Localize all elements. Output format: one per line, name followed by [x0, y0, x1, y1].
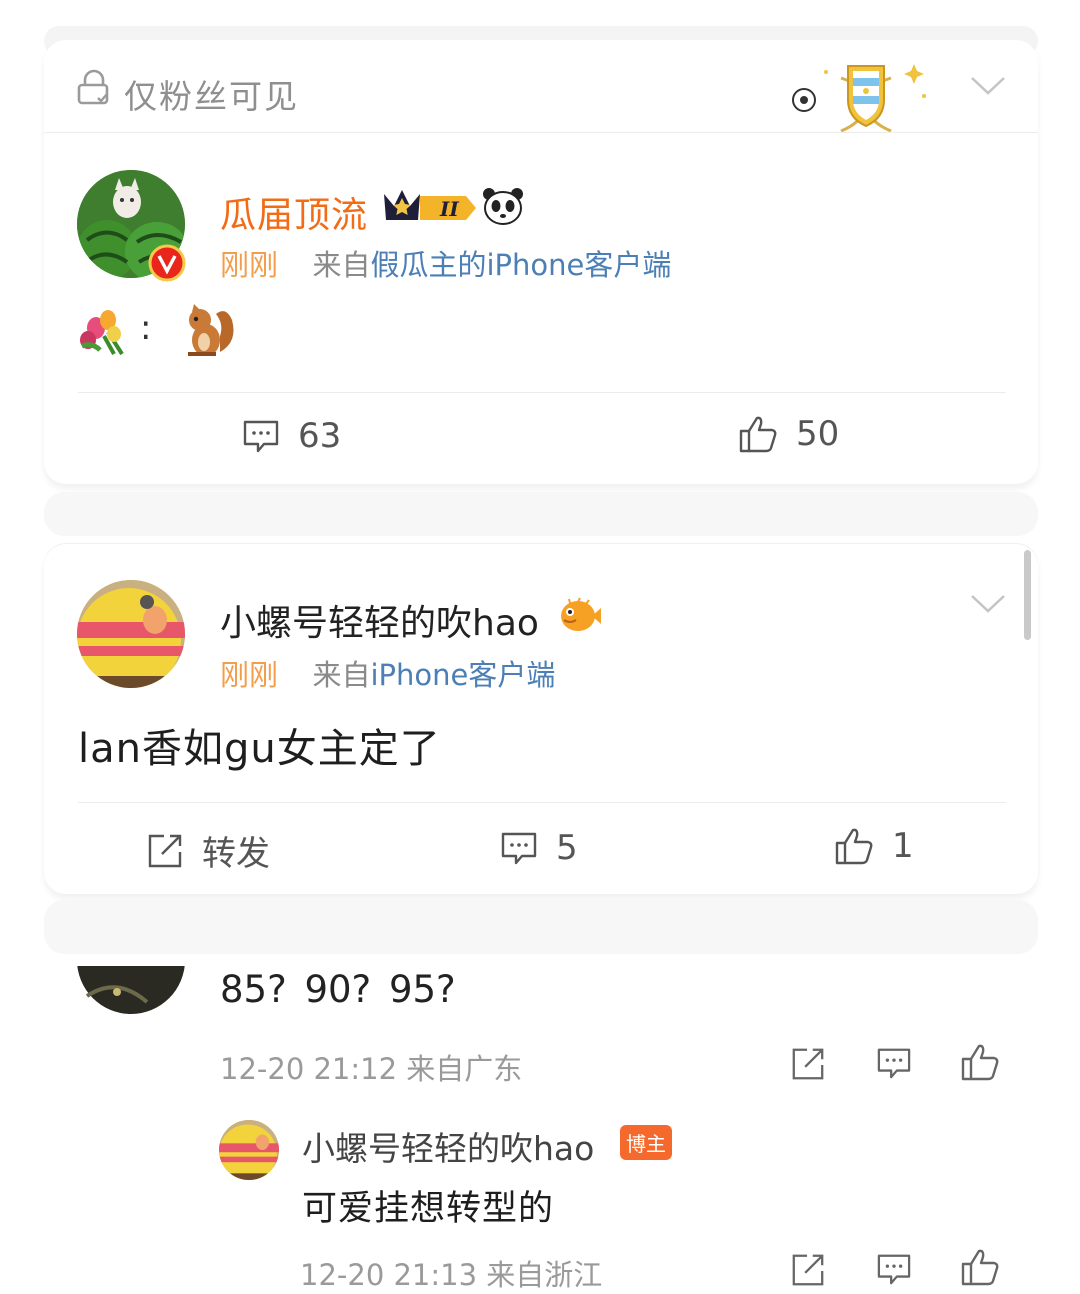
username[interactable]: 小螺号轻轻的吹hao [220, 594, 539, 646]
divider [78, 802, 1006, 803]
like-count: 50 [796, 414, 840, 454]
shield-badge-icon [786, 56, 936, 140]
source-link[interactable]: iPhone客户端 [370, 658, 555, 692]
visibility-label: 仅粉丝可见 [124, 77, 299, 116]
verified-icon [148, 244, 186, 286]
username[interactable]: 瓜届顶流 [220, 186, 368, 238]
avatar[interactable] [77, 580, 185, 688]
reply-meta: 12-20 21:13 来自浙江 [300, 1258, 603, 1292]
like-count: 1 [892, 826, 914, 866]
comment-meta: 12-20 21:12 来自广东 [220, 1052, 523, 1086]
pufferfish-icon [558, 596, 602, 638]
chevron-down-icon[interactable] [968, 74, 1008, 102]
comment-icon [501, 832, 537, 865]
comment-count: 5 [556, 828, 578, 868]
repost-icon [792, 1254, 824, 1286]
avatar[interactable] [219, 1120, 279, 1180]
like-button[interactable] [960, 1247, 1000, 1291]
crown-level-badge: II [380, 184, 480, 230]
avatar[interactable] [77, 966, 185, 1014]
repost-button[interactable] [790, 1252, 826, 1292]
post-time: 刚刚 [220, 248, 279, 282]
thumbs-up-icon [739, 416, 777, 453]
source-link[interactable]: 假瓜主的iPhone客户端 [370, 248, 671, 282]
repost-button[interactable]: 转发 [146, 826, 270, 875]
like-button[interactable]: 1 [834, 826, 914, 866]
comment-text: 85? 90? 95? [220, 968, 456, 1011]
reply-button[interactable] [876, 1046, 912, 1084]
author-badge: 博主 [620, 1125, 672, 1160]
comment-button[interactable]: 5 [500, 828, 578, 868]
card-separator [44, 900, 1038, 954]
comment-icon [877, 1254, 911, 1285]
level-badge-text: II [439, 197, 459, 221]
bouquet-icon [78, 302, 134, 362]
thumbs-up-icon [835, 828, 873, 865]
like-button[interactable]: 50 [738, 414, 839, 454]
panda-icon [482, 186, 524, 230]
comment-icon [243, 420, 279, 453]
from-label: 来自 [312, 658, 371, 692]
like-button[interactable] [960, 1042, 1000, 1086]
card-separator [44, 492, 1038, 536]
repost-button[interactable] [790, 1046, 826, 1086]
post-content: lan香如gu女主定了 [78, 726, 441, 772]
repost-icon [792, 1048, 824, 1080]
from-label: 来自 [312, 248, 371, 282]
lock-icon [74, 68, 114, 112]
comment-button[interactable]: 63 [242, 416, 341, 456]
scrollbar[interactable] [1024, 550, 1031, 640]
repost-icon [148, 834, 182, 867]
content-separator: : [140, 308, 152, 348]
divider [78, 392, 1006, 393]
post-meta: 刚刚 来自iPhone客户端 [220, 652, 555, 694]
comment-icon [877, 1048, 911, 1079]
post-time: 刚刚 [220, 658, 279, 692]
divider [44, 132, 1038, 133]
reply-button[interactable] [876, 1252, 912, 1290]
thumbs-up-icon [961, 1044, 999, 1081]
chevron-down-icon[interactable] [968, 592, 1008, 620]
reply-username[interactable]: 小螺号轻轻的吹hao [302, 1122, 594, 1170]
repost-label: 转发 [202, 834, 270, 874]
squirrel-icon [180, 302, 238, 364]
post-meta: 刚刚 来自假瓜主的iPhone客户端 [220, 242, 671, 284]
thumbs-up-icon [961, 1249, 999, 1286]
reply-text: 可爱挂想转型的 [302, 1189, 555, 1229]
comment-count: 63 [298, 416, 342, 456]
